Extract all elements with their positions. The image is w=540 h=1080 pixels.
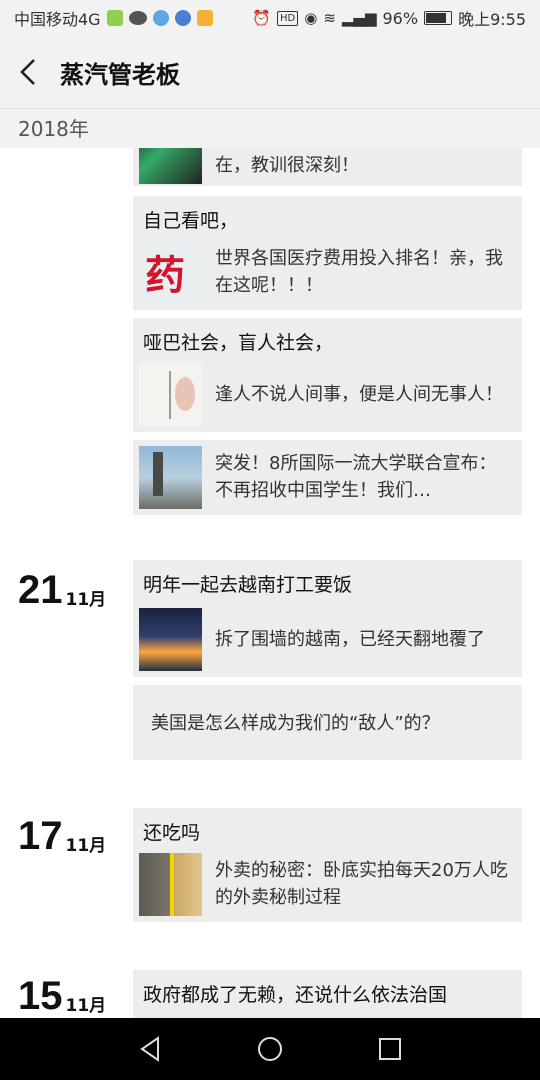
year-header: 2018年 [0,108,540,148]
recents-square-icon[interactable] [375,1034,405,1064]
post-text: 哑巴社会，盲人社会， [143,332,334,354]
link-title: 外卖的秘密：卧底实拍每天20万人吃的外卖秘制过程 [215,860,508,908]
alarm-icon: ⏰ [252,9,271,27]
link-title: 中国网上网友解读的文章，总结很实在，教训很深刻！ [215,148,503,176]
eye-icon: ◉ [304,9,318,27]
link-thumbnail [139,362,202,426]
shared-link-card[interactable]: 美国是怎么样成为我们的“敌人”的？ [133,685,522,760]
post-card[interactable]: 自己看吧， 药 世界各国医疗费用投入排名！亲，我在这呢！！！ [133,196,522,310]
image-icon [106,10,123,26]
back-triangle-icon[interactable] [136,1034,166,1064]
link-row[interactable]: 外卖的秘密：卧底实拍每天20万人吃的外卖秘制过程 [139,852,512,916]
link-title: 拆了围墙的越南，已经天翻地覆了 [215,628,485,650]
clock: 晚上9:55 [458,10,526,29]
link-thumbnail [139,445,202,509]
wifi-icon: ≋ [323,9,336,27]
date-day: 21 [18,568,63,612]
link-row[interactable]: 突发！8所国际一流大学联合宣布：不再招收中国学生！我们… [139,445,512,509]
date-month: 11月 [65,836,107,856]
link-row[interactable]: 逢人不说人间事，便是人间无事人！ [139,362,512,426]
date-day: 15 [18,974,63,1018]
status-bar: 中国移动4G ⏰ HD ◉ ≋ ▂▄▆ 96% 晚上9:55 [0,0,540,36]
link-thumbnail [139,148,202,184]
moments-feed[interactable]: 中国网上网友解读的文章，总结很实在，教训很深刻！ 自己看吧， 药 世界各国医疗费… [0,148,540,1018]
post-card[interactable]: 还吃吗 外卖的秘密：卧底实拍每天20万人吃的外卖秘制过程 [133,808,522,922]
wechat-icon [128,11,147,25]
music-icon [174,10,191,26]
home-circle-icon[interactable] [255,1034,285,1064]
date-label: 21 11月 [18,570,106,610]
battery-icon [424,11,453,25]
back-arrow-icon[interactable] [0,36,56,108]
battery-percent: 96% [382,8,419,28]
link-title: 美国是怎么样成为我们的“敌人”的？ [151,713,440,734]
link-row[interactable]: 药 世界各国医疗费用投入排名！亲，我在这呢！！！ [139,240,512,304]
date-label: 15 11月 [18,976,106,1016]
thumbnail-text: 药 [145,252,185,299]
link-thumbnail [139,607,202,671]
date-month: 11月 [65,996,107,1016]
post-text: 明年一起去越南打工要饭 [143,574,353,596]
carrier-label: 中国移动4G [14,10,101,29]
date-month: 11月 [65,590,107,610]
link-row[interactable]: 拆了围墙的越南，已经天翻地覆了 [139,607,512,671]
post-card[interactable]: 明年一起去越南打工要饭 拆了围墙的越南，已经天翻地覆了 [133,560,522,677]
post-text: 政府都成了无赖，还说什么依法治国 [143,984,448,1006]
link-row[interactable]: 中国网上网友解读的文章，总结很实在，教训很深刻！ [139,148,512,184]
page-title: 蒸汽管老板 [60,60,180,89]
date-day: 17 [18,814,63,858]
link-title: 世界各国医疗费用投入排名！亲，我在这呢！！！ [215,248,503,296]
browser-icon [152,10,169,26]
signal-icon: ▂▄▆ [341,9,377,27]
notification-icon [196,10,213,26]
shared-link-card[interactable]: 中国网上网友解读的文章，总结很实在，教训很深刻！ [133,148,522,186]
post-text: 还吃吗 [143,822,201,844]
title-bar: 蒸汽管老板 [0,36,540,108]
hd-icon: HD [276,10,299,26]
post-text: 自己看吧， [143,210,239,232]
link-title: 逢人不说人间事，便是人间无事人！ [215,383,503,405]
post-card[interactable]: 哑巴社会，盲人社会， 逢人不说人间事，便是人间无事人！ [133,318,522,432]
date-label: 17 11月 [18,816,106,856]
system-nav-bar [0,1018,540,1080]
link-thumbnail: 药 [139,240,202,304]
shared-link-card[interactable]: 突发！8所国际一流大学联合宣布：不再招收中国学生！我们… [133,440,522,515]
post-card[interactable]: 政府都成了无赖，还说什么依法治国 [133,970,522,1018]
link-thumbnail [139,852,202,916]
link-title: 突发！8所国际一流大学联合宣布：不再招收中国学生！我们… [215,453,497,501]
